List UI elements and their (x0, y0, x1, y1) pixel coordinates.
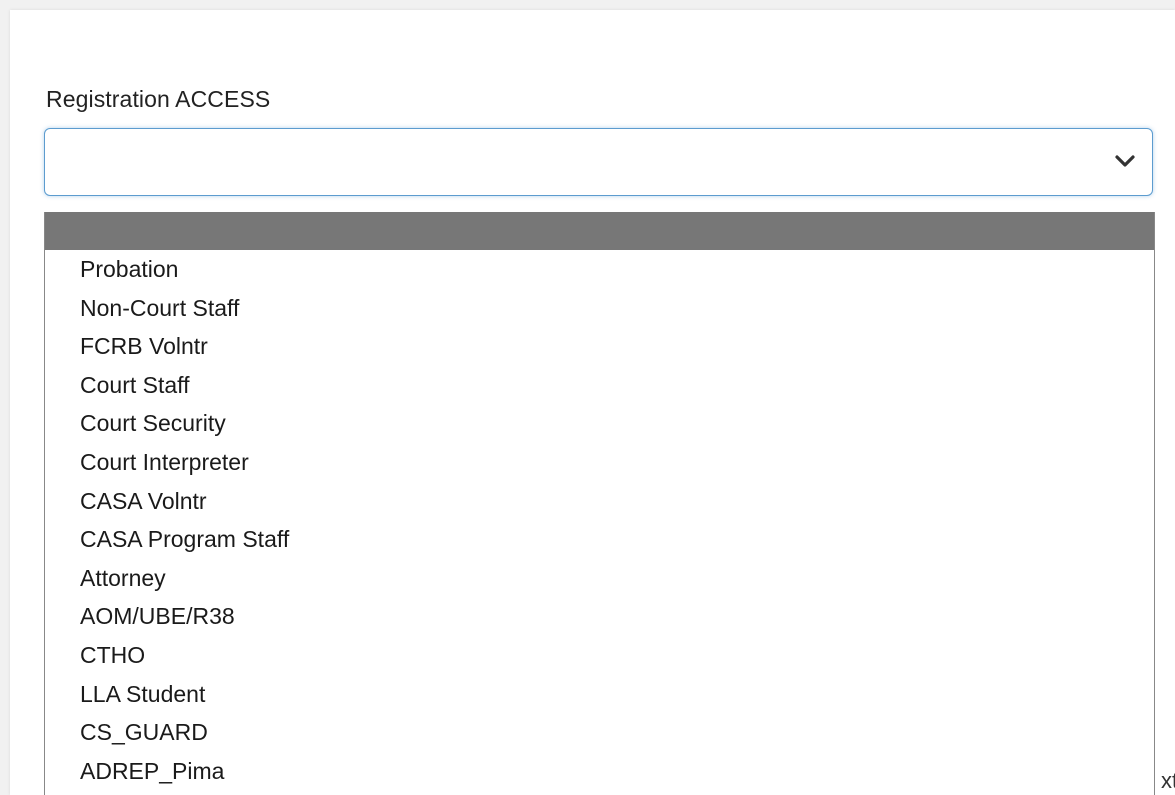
dropdown-option-lla-student[interactable]: LLA Student (45, 675, 1154, 714)
dropdown-option-cs-guard[interactable]: CS_GUARD (45, 713, 1154, 752)
dropdown-option-adrep-pima[interactable]: ADREP_Pima (45, 752, 1154, 791)
dropdown-option-court-interpreter[interactable]: Court Interpreter (45, 443, 1154, 482)
dropdown-option-casa-volntr[interactable]: CASA Volntr (45, 482, 1154, 521)
dropdown-option-probation[interactable]: Probation (45, 250, 1154, 289)
dropdown-option-court-staff[interactable]: Court Staff (45, 366, 1154, 405)
registration-access-dropdown: Probation Non-Court Staff FCRB Volntr Co… (44, 212, 1155, 795)
dropdown-option-attorney[interactable]: Attorney (45, 559, 1154, 598)
dropdown-option-blank[interactable] (45, 212, 1154, 250)
dropdown-option-court-security[interactable]: Court Security (45, 404, 1154, 443)
registration-access-select[interactable] (44, 128, 1153, 196)
chevron-down-icon[interactable] (1114, 154, 1136, 170)
dropdown-option-non-court-staff[interactable]: Non-Court Staff (45, 289, 1154, 328)
dropdown-option-ctho[interactable]: CTHO (45, 636, 1154, 675)
dropdown-option-casa-program-staff[interactable]: CASA Program Staff (45, 520, 1154, 559)
clipped-background-text: xt (1161, 768, 1175, 793)
registration-access-label: Registration ACCESS (46, 86, 271, 112)
dropdown-option-aom-ube-r38[interactable]: AOM/UBE/R38 (45, 597, 1154, 636)
dropdown-option-fcrb-volntr[interactable]: FCRB Volntr (45, 327, 1154, 366)
